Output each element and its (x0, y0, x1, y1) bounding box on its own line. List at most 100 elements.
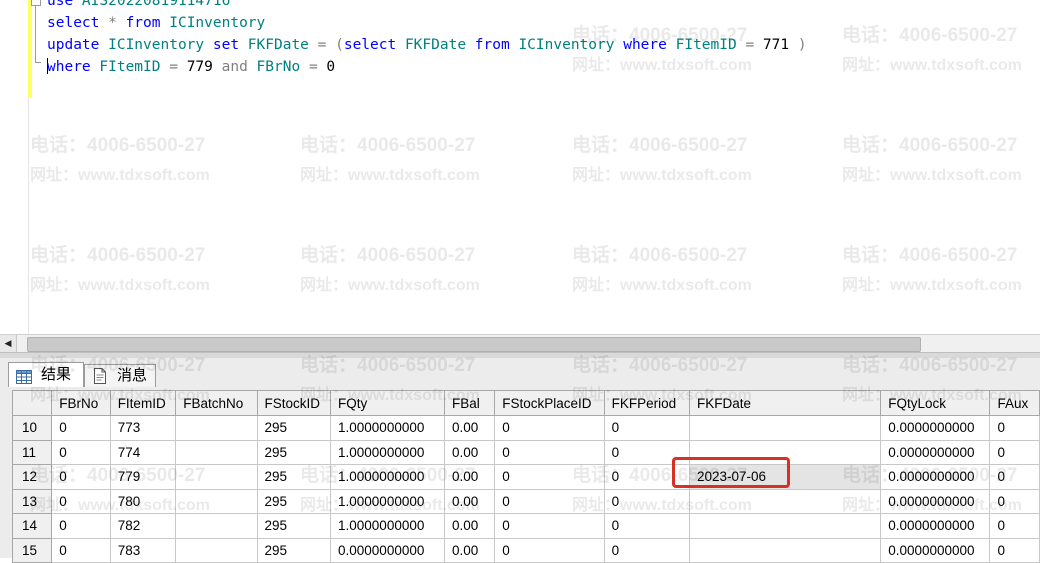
grid-cell[interactable]: 0 (603, 415, 691, 441)
table-row[interactable]: 14 0 782 295 1.0000000000 0.00 0 0 0.0000000000 0 (11, 513, 1040, 539)
column-header[interactable]: FKFPeriod (603, 390, 691, 416)
grid-cell[interactable]: 0.00 (444, 415, 496, 441)
grid-cell[interactable]: 0 (494, 537, 605, 563)
column-header[interactable]: FKFDate (688, 390, 882, 416)
grid-cell[interactable] (175, 464, 258, 490)
grid-cell[interactable]: 0 (494, 488, 605, 514)
table-row[interactable]: 13 0 780 295 1.0000000000 0.00 0 0 0.0000000000 0 (11, 488, 1040, 514)
row-number-header[interactable]: 10 (11, 415, 53, 441)
grid-cell[interactable]: 783 (109, 537, 177, 563)
grid-cell[interactable] (175, 415, 258, 441)
grid-cell[interactable]: 0 (603, 537, 691, 563)
column-header[interactable]: FBrNo (51, 390, 111, 416)
table-row[interactable]: 11 0 774 295 1.0000000000 0.00 0 0 0.0000000000 0 (11, 439, 1040, 465)
grid-cell[interactable]: 1.0000000000 (330, 415, 446, 441)
grid-cell[interactable] (175, 488, 258, 514)
column-header[interactable]: FQty (330, 390, 446, 416)
column-header[interactable]: FItemID (109, 390, 177, 416)
grid-cell[interactable]: 0.00 (444, 439, 496, 465)
tab-messages[interactable]: 消息 (84, 364, 156, 387)
grid-cell[interactable]: 0.0000000000 (330, 537, 446, 563)
code-line[interactable]: where FItemID = 779 and FBrNo = 0 (47, 56, 807, 78)
collapse-icon[interactable] (31, 0, 41, 6)
code-line[interactable]: select * from ICInventory (47, 12, 807, 34)
grid-cell[interactable]: 0.0000000000 (880, 415, 991, 441)
table-row[interactable]: 15 0 783 295 0.0000000000 0.00 0 0 0.0000000000 0 (11, 537, 1040, 563)
grid-cell[interactable]: 0 (51, 513, 111, 539)
grid-cell[interactable]: 1.0000000000 (330, 513, 446, 539)
grid-cell[interactable]: 0 (494, 513, 605, 539)
table-row[interactable]: 12 0 779 295 1.0000000000 0.00 0 0 2023-07-06 0.0… (11, 464, 1040, 490)
grid-cell[interactable]: 0.00 (444, 513, 496, 539)
grid-cell[interactable]: 0 (989, 488, 1040, 514)
table-row[interactable]: 10 0 773 295 1.0000000000 0.00 0 0 0.0000000000 0 (11, 415, 1040, 441)
row-number-header[interactable]: 14 (11, 513, 53, 539)
grid-cell[interactable]: 295 (256, 464, 332, 490)
grid-cell[interactable]: 0 (51, 464, 111, 490)
grid-cell[interactable]: 0 (51, 415, 111, 441)
grid-cell[interactable] (688, 537, 882, 563)
grid-cell[interactable]: 0 (989, 439, 1040, 465)
row-number-header[interactable]: 15 (11, 537, 53, 563)
grid-cell[interactable]: 0.00 (444, 488, 496, 514)
column-header[interactable]: FAux (989, 390, 1040, 416)
grid-cell[interactable]: 1.0000000000 (330, 464, 446, 490)
column-header[interactable]: FStockPlaceID (494, 390, 605, 416)
grid-cell[interactable]: 0 (989, 537, 1040, 563)
code-line[interactable]: update ICInventory set FKFDate = (select… (47, 34, 807, 56)
grid-cell[interactable]: 0 (494, 464, 605, 490)
column-header[interactable]: FBatchNo (175, 390, 258, 416)
grid-cell[interactable]: 0.0000000000 (880, 439, 991, 465)
grid-cell[interactable]: 1.0000000000 (330, 439, 446, 465)
grid-cell[interactable]: 0.0000000000 (880, 464, 991, 490)
grid-cell[interactable]: 773 (109, 415, 177, 441)
grid-cell[interactable]: 295 (256, 439, 332, 465)
grid-cell[interactable]: 0.0000000000 (880, 537, 991, 563)
scroll-left-arrow-icon[interactable]: ◀ (0, 335, 17, 352)
grid-cell[interactable]: 0 (494, 415, 605, 441)
editor-horizontal-scrollbar[interactable]: ◀ (0, 334, 1040, 352)
code-line[interactable]: use AIS20220819114716 (47, 0, 807, 12)
row-number-header[interactable]: 11 (11, 439, 53, 465)
grid-cell[interactable]: 0.00 (444, 537, 496, 563)
grid-cell[interactable] (688, 415, 882, 441)
column-header[interactable]: FBal (444, 390, 496, 416)
grid-cell[interactable] (175, 537, 258, 563)
column-header[interactable]: FQtyLock (880, 390, 991, 416)
grid-cell[interactable]: 0.0000000000 (880, 513, 991, 539)
sql-editor[interactable]: use AIS20220819114716 select * from ICInv… (0, 0, 1040, 334)
grid-cell[interactable]: 295 (256, 415, 332, 441)
grid-corner-header[interactable] (11, 390, 53, 416)
grid-cell[interactable]: 780 (109, 488, 177, 514)
sql-code[interactable]: use AIS20220819114716 select * from ICInv… (47, 0, 807, 78)
grid-cell[interactable]: 0.00 (444, 464, 496, 490)
grid-cell[interactable]: 0 (603, 488, 691, 514)
grid-cell[interactable]: 774 (109, 439, 177, 465)
grid-cell[interactable]: 0 (494, 439, 605, 465)
grid-cell[interactable] (688, 488, 882, 514)
row-number-header[interactable]: 12 (11, 464, 53, 490)
column-header[interactable]: FStockID (256, 390, 332, 416)
grid-cell[interactable]: 0 (989, 513, 1040, 539)
code-token: FKFDate (247, 37, 318, 53)
grid-cell[interactable]: 0 (989, 415, 1040, 441)
scrollbar-thumb[interactable] (27, 337, 921, 352)
grid-cell[interactable]: 0 (603, 513, 691, 539)
grid-cell[interactable]: 779 (109, 464, 177, 490)
grid-cell[interactable]: 0 (51, 537, 111, 563)
grid-cell[interactable]: 0 (51, 439, 111, 465)
grid-cell[interactable]: 782 (109, 513, 177, 539)
grid-cell[interactable] (175, 513, 258, 539)
grid-cell[interactable] (688, 513, 882, 539)
grid-cell[interactable]: 1.0000000000 (330, 488, 446, 514)
grid-cell[interactable]: 0.0000000000 (880, 488, 991, 514)
grid-cell[interactable]: 295 (256, 537, 332, 563)
grid-cell[interactable]: 295 (256, 488, 332, 514)
row-number-header[interactable]: 13 (11, 488, 53, 514)
tab-results[interactable]: 结果 (8, 362, 84, 387)
results-grid[interactable]: FBrNo FItemID FBatchNo FStockID FQty FBal FSto… (11, 390, 1040, 563)
grid-cell[interactable] (175, 439, 258, 465)
grid-cell[interactable]: 0 (51, 488, 111, 514)
grid-cell[interactable]: 295 (256, 513, 332, 539)
grid-cell[interactable]: 0 (989, 464, 1040, 490)
